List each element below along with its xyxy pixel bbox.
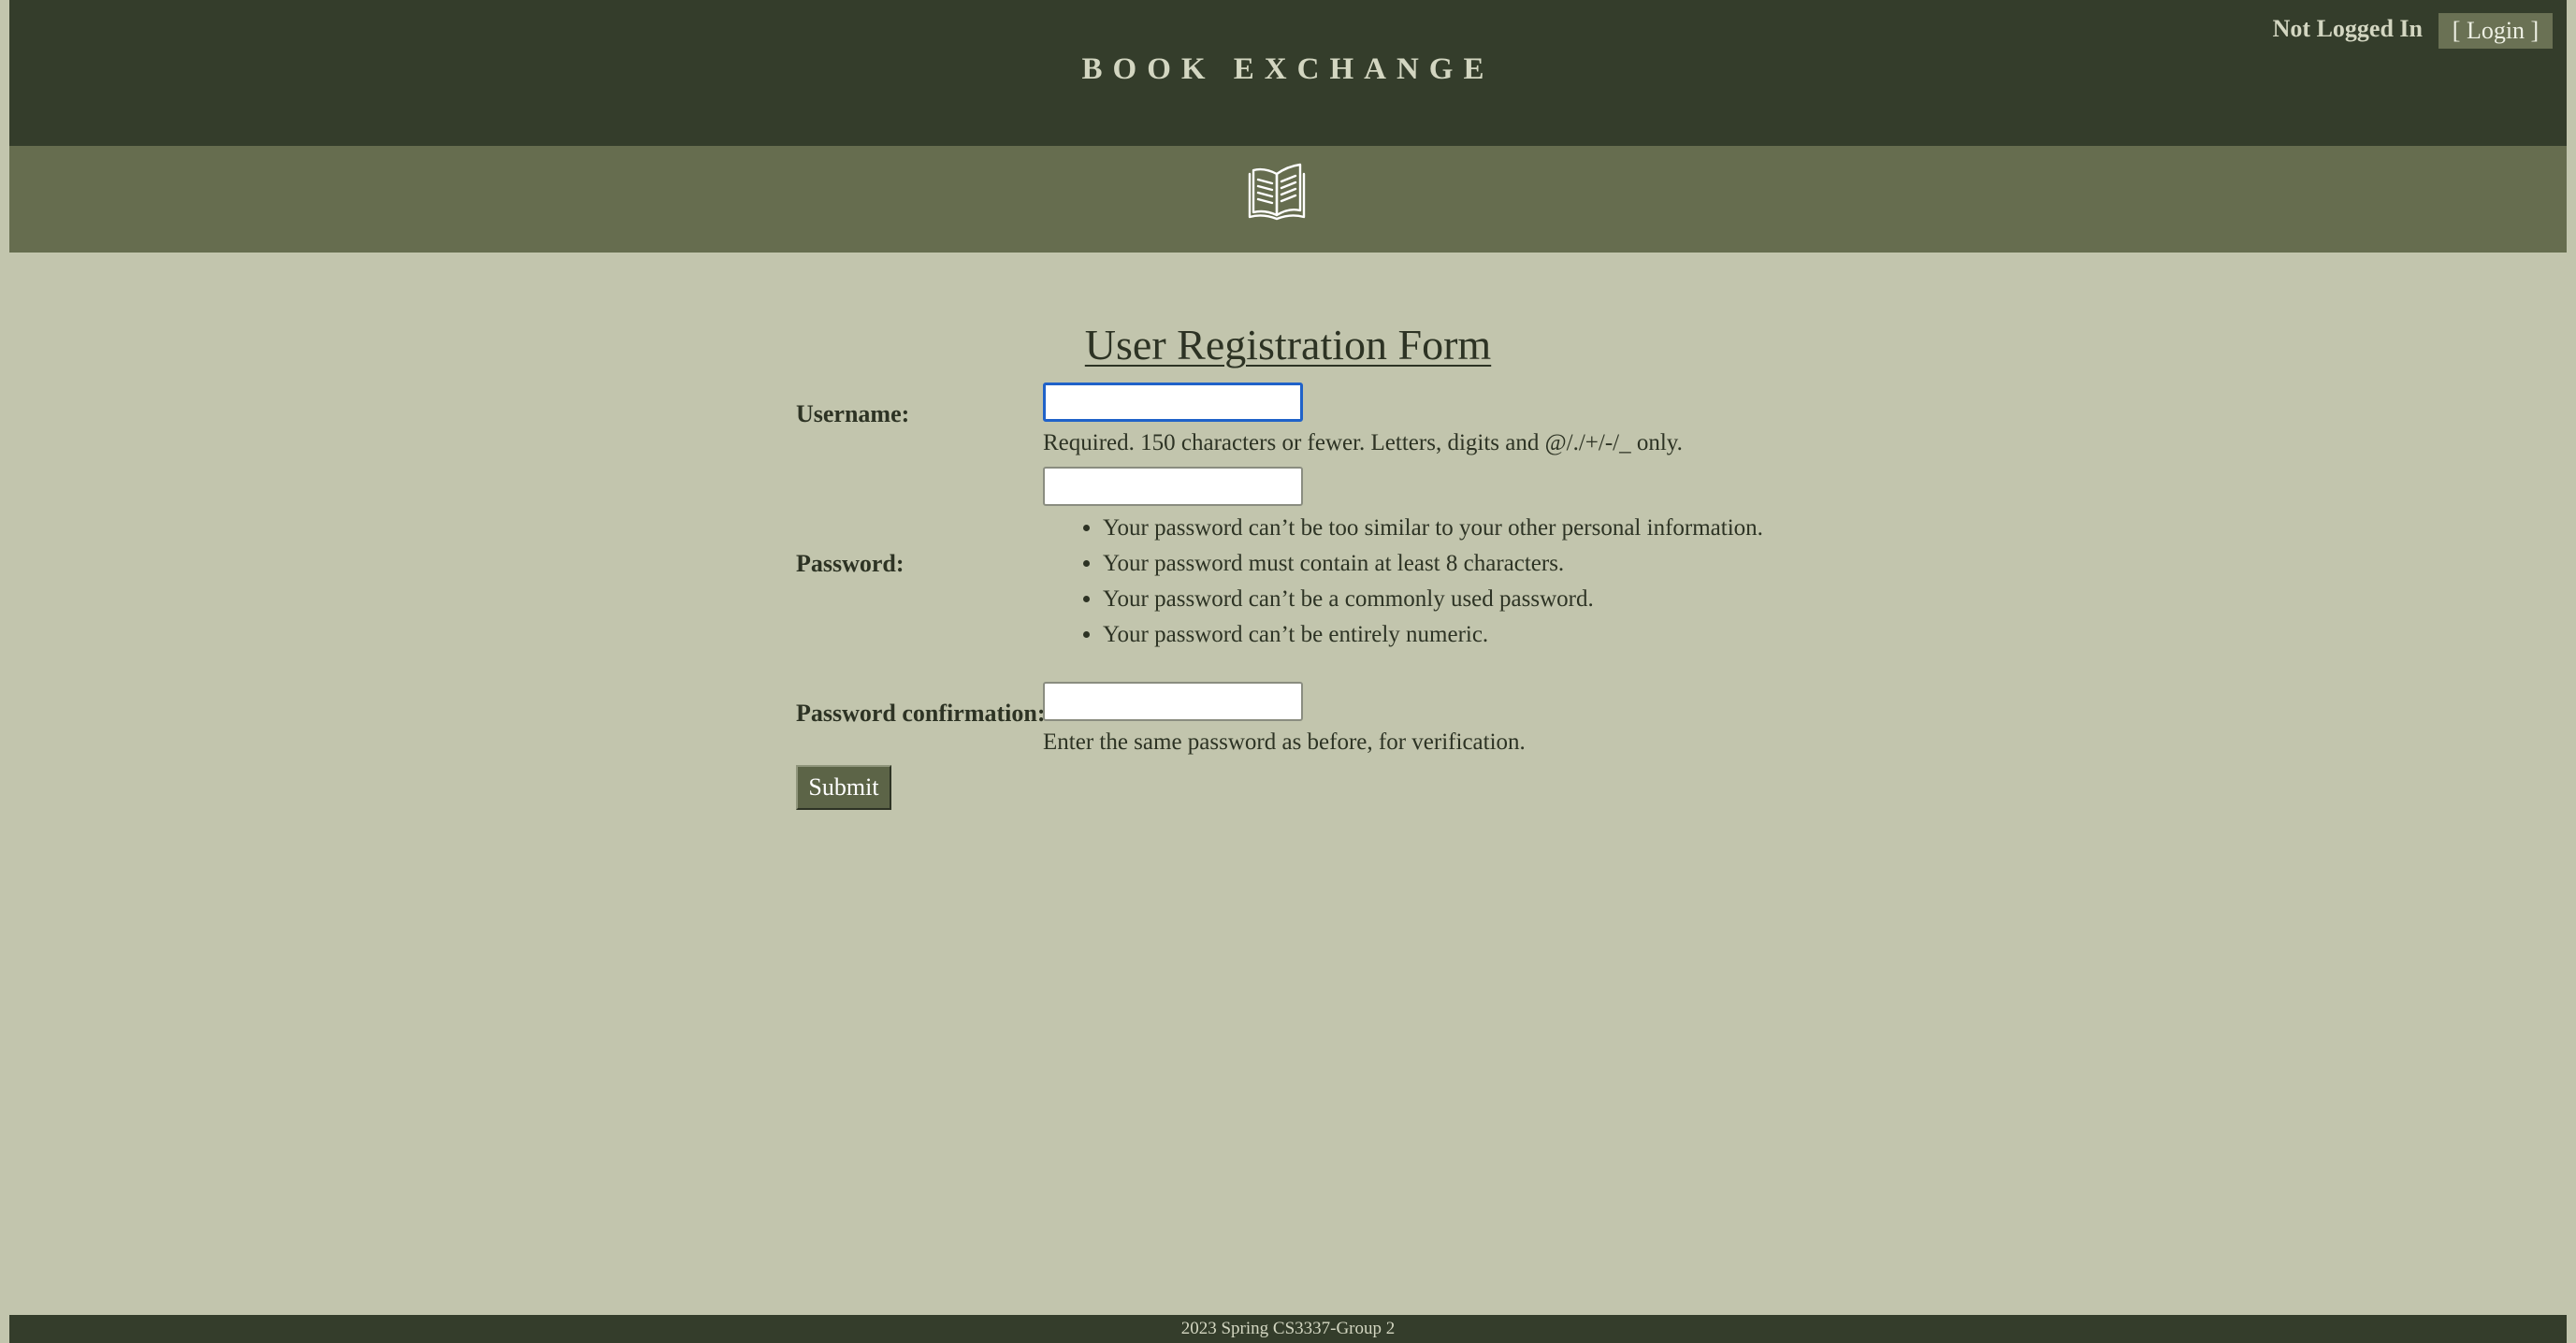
- registration-page: User Registration Form Username: Require…: [9, 253, 2567, 1315]
- username-label: Username:: [796, 400, 910, 427]
- password-rule: Your password can’t be entirely numeric.: [1103, 617, 1763, 653]
- password-confirmation-label: Password confirmation:: [796, 700, 1046, 727]
- password-rule: Your password can’t be a commonly used p…: [1103, 582, 1763, 617]
- password-rule: Your password can’t be too similar to yo…: [1103, 511, 1763, 546]
- password-confirmation-input[interactable]: [1043, 682, 1303, 721]
- password-rule: Your password must contain at least 8 ch…: [1103, 546, 1763, 582]
- site-title: BOOK EXCHANGE: [1081, 52, 1495, 86]
- auth-status: Not Logged In: [2272, 15, 2423, 42]
- username-input[interactable]: [1043, 383, 1303, 422]
- password-confirmation-help-text: Enter the same password as before, for v…: [1043, 729, 1526, 755]
- banner: [9, 146, 2567, 253]
- login-button[interactable]: [ Login ]: [2439, 13, 2553, 49]
- site-header: BOOK EXCHANGE Not Logged In [ Login ]: [9, 0, 2567, 146]
- footer: 2023 Spring CS3337-Group 2: [9, 1315, 2567, 1343]
- page-title: User Registration Form: [1084, 321, 1492, 368]
- password-input[interactable]: [1043, 467, 1303, 506]
- password-label: Password:: [796, 550, 904, 577]
- password-rules-list: Your password can’t be too similar to yo…: [1043, 511, 1763, 653]
- username-help-text: Required. 150 characters or fewer. Lette…: [1043, 430, 1683, 455]
- open-book-icon: [1248, 163, 1306, 221]
- submit-button[interactable]: Submit: [796, 765, 891, 810]
- page-frame: BOOK EXCHANGE Not Logged In [ Login ] Us…: [9, 0, 2567, 1343]
